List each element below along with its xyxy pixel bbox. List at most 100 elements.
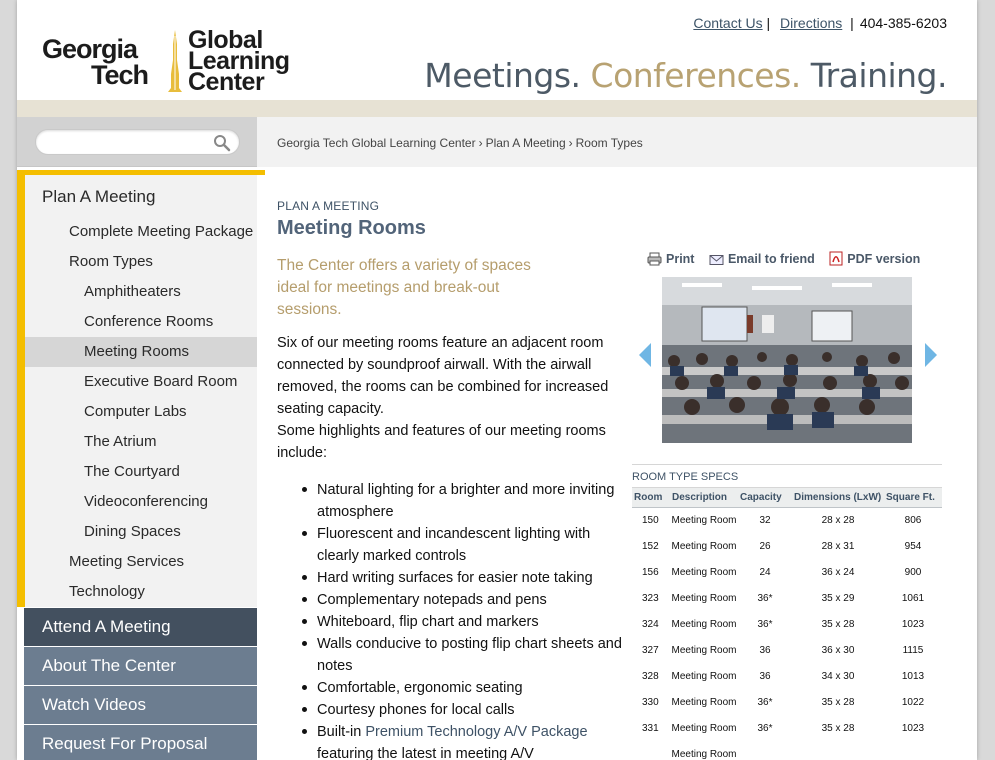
nav-videoconferencing[interactable]: Videoconferencing <box>25 487 257 517</box>
cell-description: Meeting Room <box>671 670 737 682</box>
room-type-specs: ROOM TYPE SPECS Room Description Capacit… <box>632 464 942 760</box>
printer-icon <box>647 252 662 266</box>
breadcrumb-home[interactable]: Georgia Tech Global Learning Center <box>277 136 476 150</box>
page-tools: Print Email to friend PDF version <box>647 251 931 266</box>
cell-dimensions: 35 x 28 <box>821 696 855 708</box>
table-row: 150 Meeting Room 32 28 x 28 806 <box>632 508 942 534</box>
breadcrumb: Georgia Tech Global Learning Center › Plan… <box>277 136 643 150</box>
cell-room <box>632 742 670 760</box>
main-content: PLAN A MEETING Meeting Rooms The Center … <box>277 167 977 760</box>
list-item: Built-in Premium Technology A/V Package … <box>302 721 622 760</box>
separator: | <box>762 15 771 31</box>
print-label: Print <box>666 252 695 266</box>
cell-capacity: 36 <box>759 644 771 656</box>
column-header-description: Description <box>670 487 738 508</box>
cell-description: Meeting Room <box>671 566 737 578</box>
column-header-capacity: Capacity <box>738 487 792 508</box>
cell-square-ft: 1115 <box>902 644 924 656</box>
list-item: Natural lighting for a brighter and more… <box>302 479 622 523</box>
section-kicker: PLAN A MEETING <box>277 199 380 213</box>
pdf-label: PDF version <box>847 252 921 266</box>
directions-link[interactable]: Directions <box>780 15 842 31</box>
site-header: Georgia Tech Global Learning Center Cont… <box>17 0 977 100</box>
utility-links: Contact Us | Directions | 404-385-6203 <box>693 15 947 31</box>
nav-meeting-services[interactable]: Meeting Services <box>25 547 257 577</box>
print-button[interactable]: Print <box>647 252 694 266</box>
nav-the-atrium[interactable]: The Atrium <box>25 427 257 457</box>
cell-square-ft: 1013 <box>901 670 925 682</box>
tech-tower-icon <box>168 30 182 92</box>
table-row: 330 Meeting Room 36* 35 x 28 1022 <box>632 690 942 716</box>
nav-complete-meeting-package[interactable]: Complete Meeting Package <box>25 217 257 247</box>
separator: | <box>850 15 854 31</box>
cell-capacity: 32 <box>759 514 771 526</box>
cell-square-ft: 900 <box>904 566 922 578</box>
cell-room: 331 <box>642 722 659 734</box>
cell-square-ft: 806 <box>904 514 922 526</box>
body-text: Six of our meeting rooms feature an adja… <box>277 332 617 464</box>
table-header-row: Room Description Capacity Dimensions (Lx… <box>632 487 942 508</box>
search-box <box>35 129 240 155</box>
cell-square-ft: 1061 <box>901 592 925 604</box>
cell-room: 152 <box>642 540 659 552</box>
breadcrumb-separator: › <box>478 136 483 150</box>
body-paragraph: Six of our meeting rooms feature an adja… <box>277 335 609 417</box>
logo-word-georgia: Georgia <box>42 34 138 64</box>
list-item: Walls conducive to posting flip chart sh… <box>302 633 622 677</box>
cell-capacity: 24 <box>759 566 771 578</box>
contact-us-link[interactable]: Contact Us <box>693 15 762 31</box>
list-item: Courtesy phones for local calls <box>302 699 622 721</box>
nav-the-courtyard[interactable]: The Courtyard <box>25 457 257 487</box>
search-input[interactable] <box>46 134 206 152</box>
pdf-icon <box>829 251 843 266</box>
table-row: 323 Meeting Room 36* 35 x 29 1061 <box>632 586 942 612</box>
premium-av-package-link[interactable]: Premium Technology A/V Package <box>365 724 587 740</box>
nav-computer-labs[interactable]: Computer Labs <box>25 397 257 427</box>
cell-capacity: 26 <box>759 540 771 552</box>
nav-request-for-proposal[interactable]: Request For Proposal <box>24 725 257 760</box>
search-icon[interactable] <box>213 134 231 152</box>
previous-arrow-icon[interactable] <box>638 342 652 368</box>
cell-capacity <box>738 742 792 760</box>
cell-square-ft: 954 <box>904 540 922 552</box>
cell-description: Meeting Room <box>671 514 737 526</box>
cell-square-ft <box>884 742 942 760</box>
nav-plan-a-meeting[interactable]: Plan A Meeting <box>25 182 257 212</box>
nav-watch-videos[interactable]: Watch Videos <box>24 686 257 724</box>
email-to-friend-button[interactable]: Email to friend <box>709 252 815 266</box>
nav-executive-board-room[interactable]: Executive Board Room <box>25 367 257 397</box>
nav-dining-spaces[interactable]: Dining Spaces <box>25 517 257 547</box>
meeting-room-photo <box>662 277 912 443</box>
specs-table: Room Description Capacity Dimensions (Lx… <box>632 487 942 760</box>
nav-attend-a-meeting[interactable]: Attend A Meeting <box>24 608 257 646</box>
cell-capacity: 36* <box>757 696 773 708</box>
cell-room: 150 <box>642 514 659 526</box>
nav-technology[interactable]: Technology <box>25 577 257 607</box>
georgia-tech-glc-logo[interactable]: Georgia Tech Global Learning Center <box>42 28 317 95</box>
cell-dimensions: 35 x 29 <box>821 592 855 604</box>
tagline-conferences: Conferences. <box>590 56 802 95</box>
cell-dimensions: 36 x 24 <box>821 566 855 578</box>
breadcrumb-separator: › <box>568 136 573 150</box>
cell-capacity: 36* <box>757 722 773 734</box>
logo-word-tech: Tech <box>91 60 149 90</box>
nav-amphitheaters[interactable]: Amphitheaters <box>25 277 257 307</box>
cell-description: Meeting Room <box>671 592 737 604</box>
cell-capacity: 36* <box>757 618 773 630</box>
nav-meeting-rooms[interactable]: Meeting Rooms <box>25 337 257 367</box>
nav-about-the-center[interactable]: About The Center <box>24 647 257 685</box>
pdf-version-button[interactable]: PDF version <box>829 251 920 266</box>
nav-room-types[interactable]: Room Types <box>25 247 257 277</box>
list-item-text: featuring the latest in meeting A/V <box>317 746 534 760</box>
table-row: 152 Meeting Room 26 28 x 31 954 <box>632 534 942 560</box>
tagline: Meetings. Conferences. Training. <box>424 56 947 95</box>
cell-dimensions: 35 x 28 <box>821 618 855 630</box>
cell-room: 156 <box>642 566 659 578</box>
breadcrumb-plan-a-meeting[interactable]: Plan A Meeting <box>486 136 566 150</box>
tagline-meetings: Meetings. <box>424 56 581 95</box>
tagline-training: Training. <box>810 56 948 95</box>
page-title: Meeting Rooms <box>277 217 426 239</box>
breadcrumb-current: Room Types <box>575 136 643 150</box>
nav-conference-rooms[interactable]: Conference Rooms <box>25 307 257 337</box>
next-arrow-icon[interactable] <box>924 342 938 368</box>
